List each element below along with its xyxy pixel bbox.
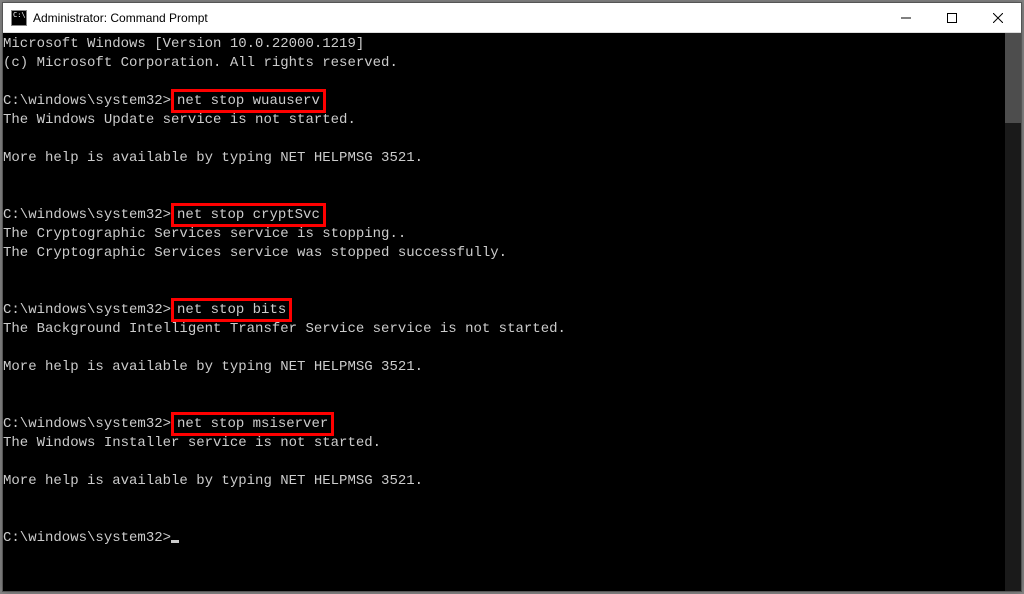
output-line: The Cryptographic Services service was s… (3, 245, 507, 261)
terminal-content: Microsoft Windows [Version 10.0.22000.12… (3, 35, 1005, 548)
maximize-button[interactable] (929, 3, 975, 32)
output-line: More help is available by typing NET HEL… (3, 150, 423, 166)
scrollbar-thumb[interactable] (1005, 33, 1021, 123)
minimize-icon (901, 13, 911, 23)
window-title: Administrator: Command Prompt (33, 11, 883, 25)
close-button[interactable] (975, 3, 1021, 32)
output-line: The Background Intelligent Transfer Serv… (3, 321, 566, 337)
prompt: C:\windows\system32> (3, 416, 171, 432)
text-cursor (171, 540, 179, 543)
maximize-icon (947, 13, 957, 23)
minimize-button[interactable] (883, 3, 929, 32)
window-controls (883, 3, 1021, 32)
output-line: The Cryptographic Services service is st… (3, 226, 406, 242)
output-line: The Windows Update service is not starte… (3, 112, 356, 128)
output-line: More help is available by typing NET HEL… (3, 473, 423, 489)
prompt: C:\windows\system32> (3, 93, 171, 109)
prompt: C:\windows\system32> (3, 530, 171, 546)
version-line: Microsoft Windows [Version 10.0.22000.12… (3, 36, 364, 52)
close-icon (993, 13, 1003, 23)
highlighted-command-3: net stop bits (171, 298, 292, 322)
highlighted-command-1: net stop wuauserv (171, 89, 326, 113)
scrollbar-track[interactable] (1005, 33, 1021, 591)
output-line: More help is available by typing NET HEL… (3, 359, 423, 375)
copyright-line: (c) Microsoft Corporation. All rights re… (3, 55, 398, 71)
prompt: C:\windows\system32> (3, 207, 171, 223)
command-prompt-window: Administrator: Command Prompt Microsoft … (2, 2, 1022, 592)
cmd-icon (11, 10, 27, 26)
titlebar[interactable]: Administrator: Command Prompt (3, 3, 1021, 33)
highlighted-command-4: net stop msiserver (171, 412, 334, 436)
terminal-area[interactable]: Microsoft Windows [Version 10.0.22000.12… (3, 33, 1021, 591)
prompt: C:\windows\system32> (3, 302, 171, 318)
output-line: The Windows Installer service is not sta… (3, 435, 381, 451)
highlighted-command-2: net stop cryptSvc (171, 203, 326, 227)
